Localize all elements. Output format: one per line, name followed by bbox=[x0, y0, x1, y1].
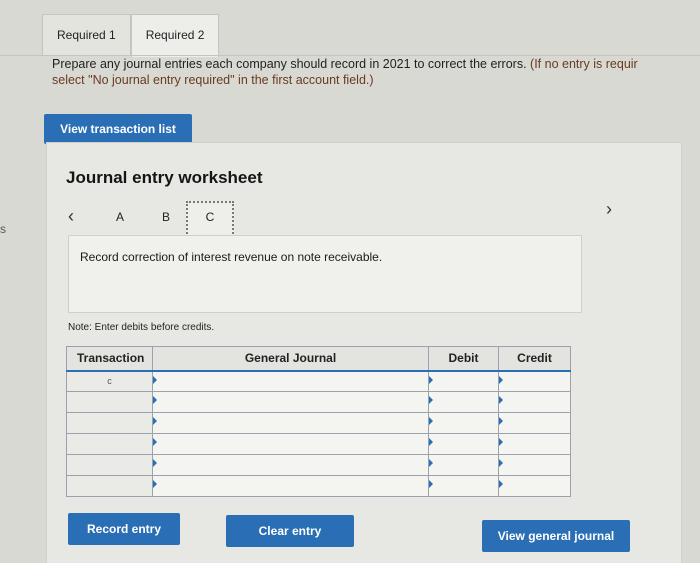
account-field[interactable] bbox=[152, 454, 429, 476]
credit-field[interactable] bbox=[498, 412, 571, 434]
tab-required-1[interactable]: Required 1 bbox=[42, 14, 131, 55]
worksheet-title: Journal entry worksheet bbox=[66, 168, 263, 187]
debit-field[interactable] bbox=[428, 475, 499, 497]
description-box bbox=[68, 235, 582, 313]
debit-field[interactable] bbox=[428, 454, 499, 476]
header-debit: Debit bbox=[428, 346, 499, 372]
credit-field[interactable] bbox=[498, 370, 571, 392]
description-text: Record correction of interest revenue on… bbox=[80, 250, 383, 264]
account-field[interactable] bbox=[152, 433, 429, 455]
account-field[interactable] bbox=[152, 391, 429, 413]
credit-field[interactable] bbox=[498, 454, 571, 476]
page: Required 1 Required 2 Prepare any journa… bbox=[0, 0, 700, 563]
header-credit: Credit bbox=[498, 346, 571, 372]
instructions-paren: (If no entry is requir bbox=[526, 57, 638, 71]
header-general-journal: General Journal bbox=[152, 346, 429, 372]
clear-entry-button[interactable]: Clear entry bbox=[226, 515, 354, 547]
table-row bbox=[66, 433, 571, 455]
account-field[interactable] bbox=[152, 412, 429, 434]
view-general-journal-button[interactable]: View general journal bbox=[482, 520, 630, 552]
nav-letter-a[interactable]: A bbox=[116, 210, 124, 224]
journal-table: Transaction General Journal Debit Credit… bbox=[66, 346, 571, 497]
nav-letter-b[interactable]: B bbox=[162, 210, 170, 224]
credit-field[interactable] bbox=[498, 475, 571, 497]
table-row bbox=[66, 454, 571, 476]
chevron-right-icon[interactable]: › bbox=[606, 200, 612, 218]
table-header-row: Transaction General Journal Debit Credit bbox=[66, 346, 571, 372]
edge-letter: s bbox=[0, 222, 6, 236]
instructions-main: Prepare any journal entries each company… bbox=[52, 57, 527, 71]
transaction-cell bbox=[66, 475, 153, 497]
debit-field[interactable] bbox=[428, 433, 499, 455]
credit-field[interactable] bbox=[498, 433, 571, 455]
table-row bbox=[66, 391, 571, 413]
header-transaction: Transaction bbox=[66, 346, 153, 372]
transaction-cell bbox=[66, 433, 153, 455]
note-text: Note: Enter debits before credits. bbox=[68, 322, 215, 333]
table-row: c bbox=[66, 370, 571, 392]
debit-field[interactable] bbox=[428, 412, 499, 434]
transaction-cell: c bbox=[66, 370, 153, 392]
account-field[interactable] bbox=[152, 370, 429, 392]
table-row bbox=[66, 475, 571, 497]
transaction-cell bbox=[66, 391, 153, 413]
transaction-cell bbox=[66, 412, 153, 434]
nav-letter-c[interactable]: C bbox=[186, 201, 234, 237]
tab-required-2[interactable]: Required 2 bbox=[130, 14, 220, 57]
chevron-left-icon[interactable]: ‹ bbox=[68, 207, 74, 225]
debit-field[interactable] bbox=[428, 391, 499, 413]
instructions: Prepare any journal entries each company… bbox=[52, 56, 700, 88]
view-transaction-list-button[interactable]: View transaction list bbox=[44, 114, 192, 144]
instructions-line2: select "No journal entry required" in th… bbox=[52, 73, 374, 87]
debit-field[interactable] bbox=[428, 370, 499, 392]
record-entry-button[interactable]: Record entry bbox=[68, 513, 180, 545]
transaction-cell bbox=[66, 454, 153, 476]
credit-field[interactable] bbox=[498, 391, 571, 413]
tab-bar: Required 1 Required 2 bbox=[42, 14, 220, 57]
account-field[interactable] bbox=[152, 475, 429, 497]
table-row bbox=[66, 412, 571, 434]
